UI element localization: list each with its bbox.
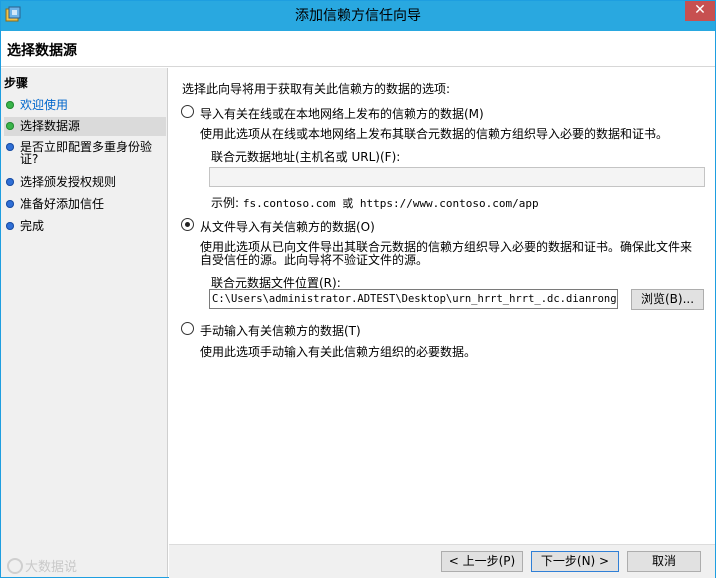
option-online-description: 使用此选项从在线或本地网络上发布其联合元数据的信赖方组织导入必要的数据和证书。 (200, 127, 669, 141)
option-manual-description: 使用此选项手动输入有关此信赖方组织的必要数据。 (200, 345, 477, 359)
metadata-address-label: 联合元数据地址(主机名或 URL)(F): (211, 150, 401, 164)
steps-heading: 步骤 (4, 76, 29, 90)
radio-import-file[interactable] (181, 218, 194, 231)
page-title: 选择数据源 (7, 43, 77, 59)
radio-import-online[interactable] (181, 105, 194, 118)
cancel-button[interactable]: 取消 (627, 551, 701, 572)
window-title: 添加信赖方信任向导 (295, 8, 421, 24)
step-finish: 完成 (4, 218, 166, 234)
wizard-window: 添加信赖方信任向导 ✕ 选择数据源 步骤 欢迎使用 选择数据源 是否立即配置多重… (0, 0, 716, 578)
intro-text: 选择此向导将用于获取有关此信赖方的数据的选项: (182, 82, 451, 96)
step-issuance-rules: 选择颁发授权规则 (4, 174, 166, 190)
option-file-description-line2: 自受信任的源。此向导将不验证文件的源。 (200, 253, 429, 267)
step-label: 选择数据源 (20, 119, 81, 133)
steps-sidebar: 步骤 欢迎使用 选择数据源 是否立即配置多重身份验 证? 选择颁发授权规则 准备… (1, 68, 168, 577)
step-label: 准备好添加信任 (20, 197, 105, 211)
option-online-label[interactable]: 导入有关在线或在本地网络上发布的信赖方的数据(M) (200, 105, 484, 122)
title-bar[interactable]: 添加信赖方信任向导 ✕ (1, 1, 715, 31)
step-pending-icon (6, 143, 14, 151)
example-value: fs.contoso.com 或 https://www.contoso.com… (242, 197, 539, 210)
watermark: 大数据说 (7, 556, 77, 575)
step-pending-icon (6, 222, 14, 230)
browse-button[interactable]: 浏览(B)... (631, 289, 704, 310)
example-line: 示例: fs.contoso.com 或 https://www.contoso… (211, 194, 539, 211)
step-label-line2: 证? (20, 152, 39, 166)
step-label: 欢迎使用 (20, 98, 69, 112)
step-pending-icon (6, 178, 14, 186)
close-icon: ✕ (694, 2, 706, 18)
example-prefix: 示例: (211, 196, 240, 210)
back-button[interactable]: < 上一步(P) (441, 551, 523, 572)
step-label-line1: 是否立即配置多重身份验 (20, 140, 153, 154)
watermark-text: 大数据说 (25, 560, 78, 575)
option-file-label[interactable]: 从文件导入有关信赖方的数据(O) (200, 218, 375, 235)
metadata-file-input[interactable]: C:\Users\administrator.ADTEST\Desktop\ur… (209, 289, 618, 309)
close-button[interactable]: ✕ (685, 1, 715, 21)
option-manual-label[interactable]: 手动输入有关信赖方的数据(T) (200, 322, 361, 339)
metadata-address-input[interactable] (209, 167, 705, 187)
step-configure-mfa: 是否立即配置多重身份验 证? (4, 139, 166, 167)
step-welcome[interactable]: 欢迎使用 (4, 97, 166, 113)
wizard-footer: < 上一步(P) 下一步(N) > 取消 (169, 544, 715, 578)
step-pending-icon (6, 200, 14, 208)
step-label: 完成 (20, 219, 45, 233)
page-header: 选择数据源 (1, 31, 715, 67)
step-done-icon (6, 122, 14, 130)
step-ready-to-add: 准备好添加信任 (4, 196, 166, 212)
radio-manual-entry[interactable] (181, 322, 194, 335)
next-button[interactable]: 下一步(N) > (531, 551, 619, 572)
step-label: 选择颁发授权规则 (20, 175, 117, 189)
wizard-content: 选择此向导将用于获取有关此信赖方的数据的选项: 导入有关在线或在本地网络上发布的… (169, 68, 715, 544)
step-done-icon (6, 101, 14, 109)
watermark-logo-icon (7, 558, 23, 574)
step-select-data-source: 选择数据源 (4, 117, 166, 136)
